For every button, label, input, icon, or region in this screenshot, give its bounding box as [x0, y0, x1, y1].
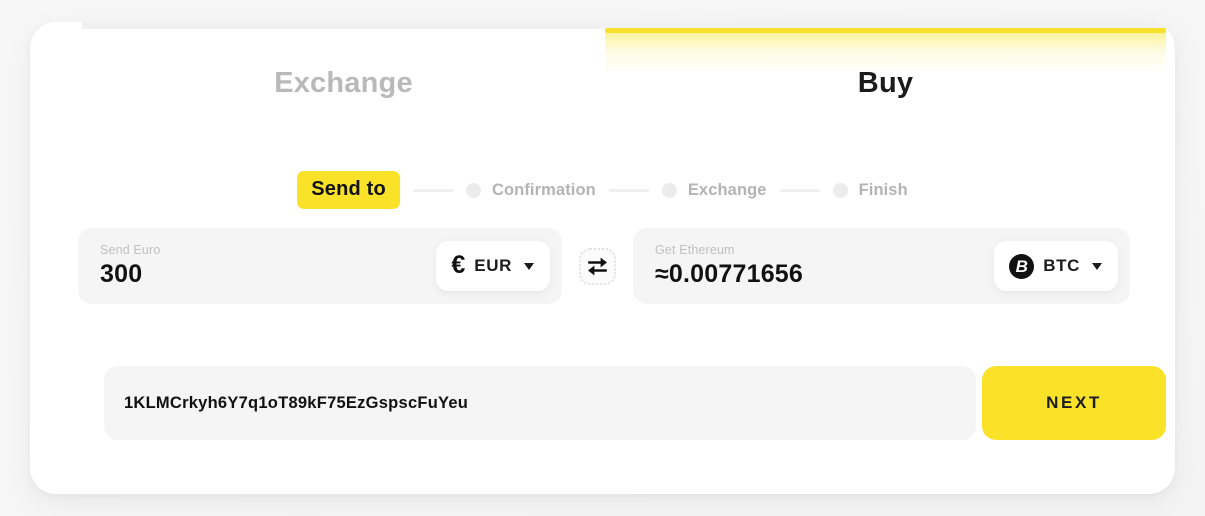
step-exchange-label: Exchange	[687, 180, 767, 199]
tab-active-indicator	[605, 28, 1166, 33]
get-field-texts: Get Ethereum ≈0.00771656	[655, 243, 994, 289]
step-finish-label: Finish	[858, 180, 908, 199]
wallet-address-input[interactable]: 1KLMCrkyh6Y7q1oT89kF75EzGspscFuYeu	[104, 366, 976, 440]
step-send-to[interactable]: Send to	[297, 171, 400, 209]
tab-bar: Exchange Buy	[30, 22, 1175, 106]
send-amount-field[interactable]: Send Euro 300 € EUR	[78, 228, 562, 304]
step-confirmation-label: Confirmation	[491, 180, 596, 199]
address-row: 1KLMCrkyh6Y7q1oT89kF75EzGspscFuYeu NEXT	[104, 366, 1166, 440]
chevron-down-icon	[524, 262, 534, 270]
tab-exchange[interactable]: Exchange	[82, 22, 605, 106]
step-confirmation[interactable]: Confirmation	[465, 180, 596, 200]
step-exchange[interactable]: Exchange	[661, 180, 767, 200]
step-finish[interactable]: Finish	[832, 180, 908, 200]
step-connector	[779, 188, 820, 192]
tab-exchange-label: Exchange	[274, 67, 413, 99]
get-amount-value[interactable]: ≈0.00771656	[655, 260, 994, 289]
step-send-to-label: Send to	[297, 171, 400, 209]
get-amount-field[interactable]: Get Ethereum ≈0.00771656 B BTC	[633, 228, 1130, 304]
send-amount-value[interactable]: 300	[100, 260, 436, 289]
tab-buy[interactable]: Buy	[605, 22, 1166, 106]
send-currency-selector[interactable]: € EUR	[436, 241, 550, 291]
step-dot-icon	[465, 182, 481, 198]
step-dot-icon	[832, 182, 848, 198]
get-currency-selector[interactable]: B BTC	[994, 241, 1118, 291]
get-field-label: Get Ethereum	[655, 243, 735, 257]
swap-arrows-icon	[588, 257, 607, 275]
chevron-down-icon	[1092, 262, 1102, 270]
euro-icon: €	[451, 251, 466, 279]
tab-buy-label: Buy	[857, 67, 914, 99]
send-field-texts: Send Euro 300	[100, 243, 436, 289]
progress-stepper: Send to Confirmation Exchange Finish	[30, 170, 1175, 210]
step-connector	[412, 188, 453, 192]
get-currency-code: BTC	[1043, 256, 1080, 275]
exchange-widget-card: Exchange Buy Send to Confirmation Exchan…	[30, 22, 1175, 494]
send-field-label: Send Euro	[100, 243, 161, 257]
next-button[interactable]: NEXT	[982, 366, 1166, 440]
wallet-address-value: 1KLMCrkyh6Y7q1oT89kF75EzGspscFuYeu	[124, 393, 469, 412]
send-currency-code: EUR	[474, 256, 512, 275]
step-dot-icon	[661, 182, 677, 198]
page-background: Exchange Buy Send to Confirmation Exchan…	[0, 0, 1205, 516]
swap-currencies-button[interactable]	[579, 247, 616, 285]
step-connector	[608, 188, 649, 192]
amount-row: Send Euro 300 € EUR Get Ethereum ≈0.0077…	[78, 228, 1131, 304]
bitcoin-icon: B	[1009, 253, 1035, 279]
